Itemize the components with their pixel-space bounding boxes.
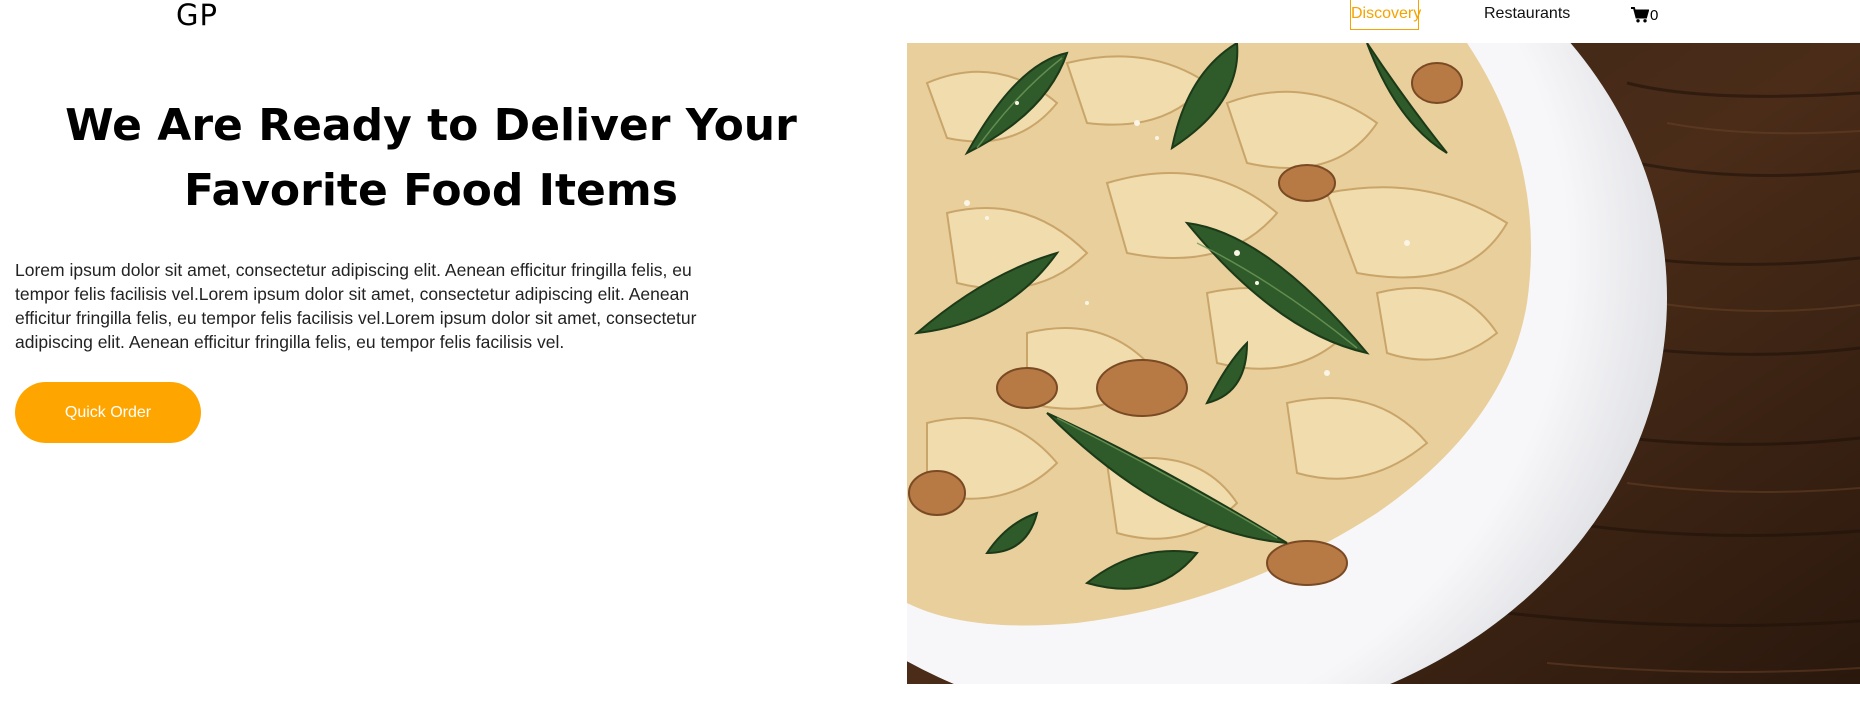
shopping-cart-icon [1631, 7, 1649, 23]
nav-item-restaurants[interactable]: Restaurants [1484, 0, 1570, 30]
hero-food-image [907, 43, 1860, 684]
cart-count-badge: 0 [1650, 7, 1659, 24]
brand-logo[interactable]: GP [176, 0, 218, 30]
cart-button[interactable]: 0 [1631, 0, 1658, 30]
nav-item-discovery[interactable]: Discovery [1350, 0, 1421, 30]
quick-order-button[interactable]: Quick Order [15, 382, 201, 443]
hero-title: We Are Ready to Deliver Your Favorite Fo… [65, 100, 797, 216]
hero-description: Lorem ipsum dolor sit amet, consectetur … [15, 260, 697, 352]
landing-page: GP Discovery Restaurants 0 We Are Ready … [0, 0, 1860, 705]
